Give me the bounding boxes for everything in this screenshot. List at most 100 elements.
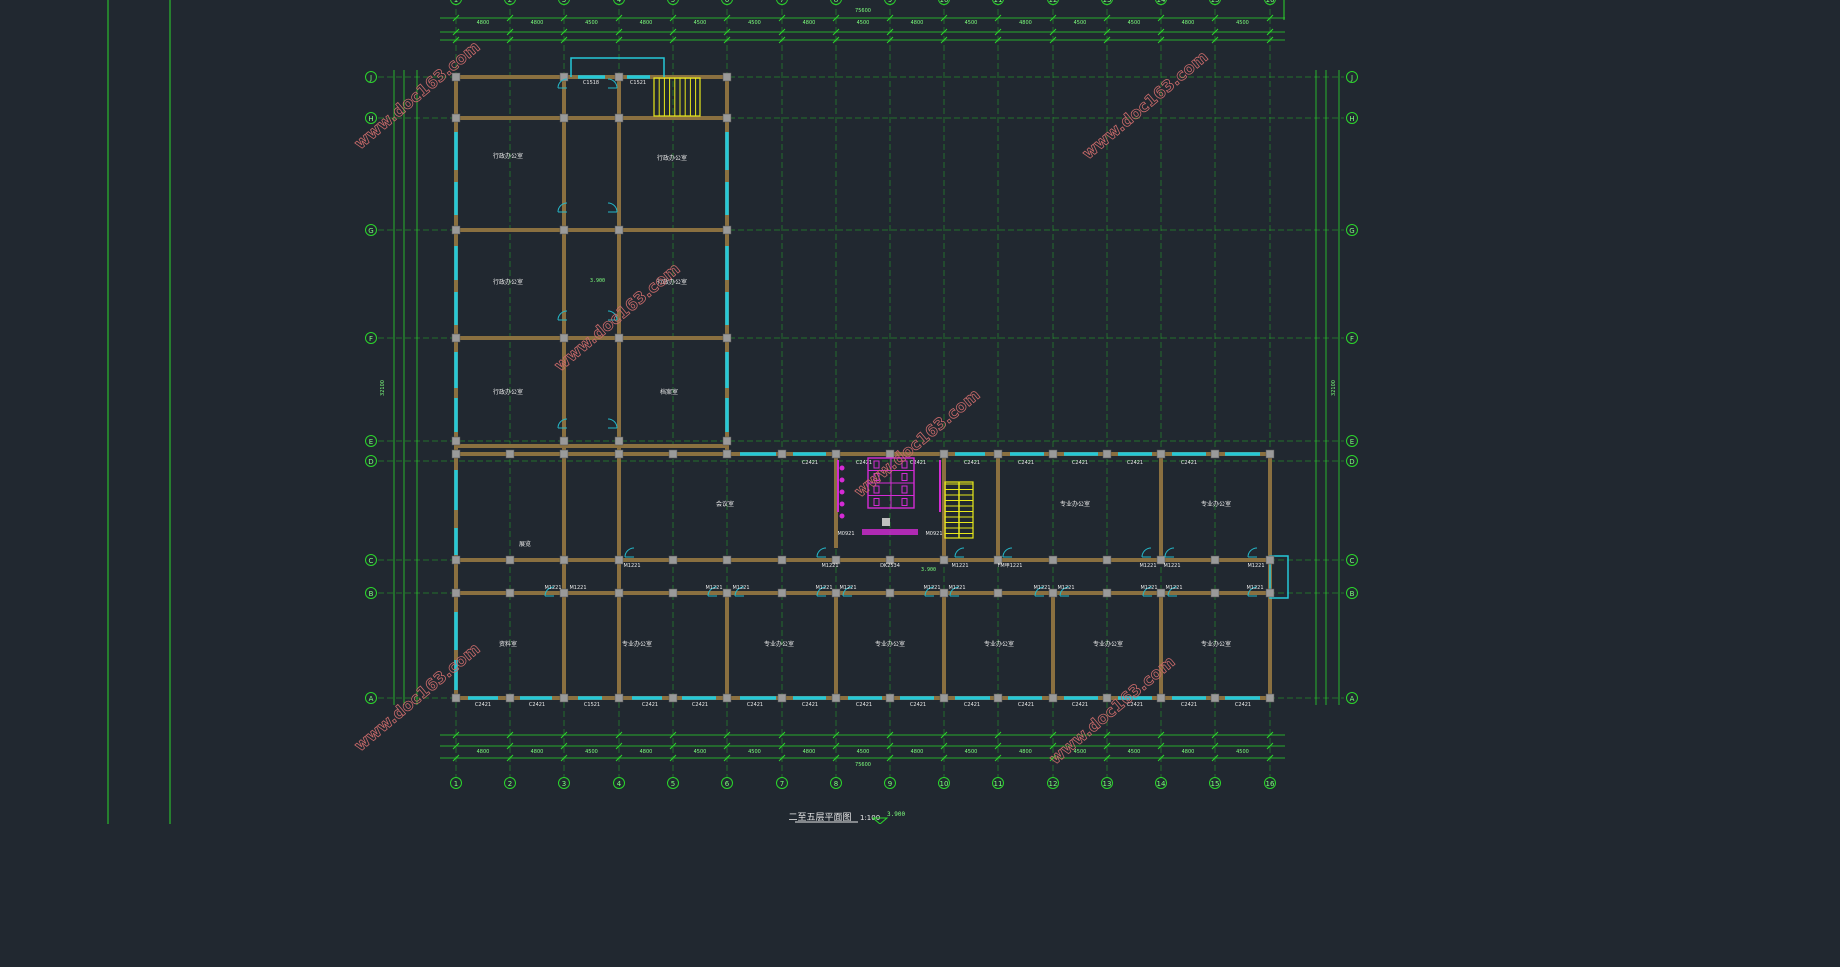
column — [1156, 693, 1166, 703]
dim-bottom-value: 4800 — [1019, 749, 1032, 755]
watermarks: www.doc163.com www.doc163.com www.doc163.c… — [350, 37, 1212, 769]
column — [614, 225, 624, 235]
column — [559, 449, 569, 459]
column — [722, 72, 732, 82]
column — [1265, 555, 1275, 565]
dim-top-value: 4500 — [694, 20, 707, 26]
dim-bottom-value: 4800 — [531, 749, 544, 755]
column — [1265, 449, 1275, 459]
column — [668, 555, 678, 565]
column — [777, 555, 787, 565]
dim-top-value: 4500 — [1074, 20, 1087, 26]
column — [939, 449, 949, 459]
axis-bubble-bottom-11-label: 11 — [994, 780, 1003, 788]
door-label-b: M1221 — [1165, 585, 1182, 591]
stairs — [653, 77, 974, 539]
door-swing — [1002, 547, 1013, 558]
column — [1102, 555, 1112, 565]
window-label-top2: C1521 — [630, 80, 646, 86]
axis-bubble-bottom-14-label: 14 — [1157, 780, 1166, 788]
axis-bubble-bottom-8-label: 8 — [834, 780, 838, 788]
room-label: 专业办公室 — [764, 640, 794, 648]
column — [885, 588, 895, 598]
axis-bubble-right-A-label: A — [1350, 695, 1355, 703]
column — [614, 113, 624, 123]
room-label: 资料室 — [499, 640, 517, 648]
floor-plan-drawing: 4800 4800 4800 4800 4500 4500 4800 4800 4500 4500… — [107, 0, 1358, 824]
column — [559, 113, 569, 123]
axis-bubble-bottom-16-label: 16 — [1266, 780, 1275, 788]
axis-bubble-top-5-label: 5 — [671, 0, 675, 4]
column — [722, 333, 732, 343]
room-label: 专业办公室 — [1093, 640, 1123, 648]
window-label-a: C1521 — [584, 702, 600, 708]
window-label-a: C2421 — [910, 702, 926, 708]
window-label-top: C1518 — [583, 80, 599, 86]
dim-top-value: 4500 — [857, 20, 870, 26]
stair-north-outline — [653, 77, 701, 117]
column — [993, 449, 1003, 459]
door-swing — [607, 202, 618, 213]
column — [505, 555, 515, 565]
column — [831, 449, 841, 459]
column — [614, 333, 624, 343]
column — [1265, 693, 1275, 703]
door-label-b: M1221 — [569, 585, 586, 591]
dim-total-bottom: 75600 — [855, 762, 871, 768]
toilet-door-label-2: M0921 — [925, 531, 942, 537]
column — [668, 693, 678, 703]
column — [722, 588, 732, 598]
door-label-b: M1221 — [1246, 585, 1263, 591]
door-label-b: M1221 — [948, 585, 965, 591]
dim-top-value: 4500 — [1128, 20, 1141, 26]
dim-bottom-value: 4500 — [1236, 749, 1249, 755]
door-label-c: M1221 — [951, 563, 968, 569]
column — [505, 449, 515, 459]
dk-label: DK2534 — [880, 563, 900, 569]
axis-bubble-right-B-label: B — [1350, 590, 1355, 598]
door-label-b: M1221 — [732, 585, 749, 591]
axis-bubble-top-9-label: 9 — [888, 0, 892, 4]
column — [1265, 588, 1275, 598]
room-labels: 行政办公室 行政办公室行政办公室 行政办公室行政办公室 档案室会议室 专业办公室 专业办公… — [493, 152, 1231, 648]
dim-bottom-value: 4800 — [1182, 749, 1195, 755]
column — [614, 588, 624, 598]
window-label-a: C2421 — [747, 702, 763, 708]
door-label-b: M1221 — [1140, 585, 1157, 591]
urinal — [839, 477, 845, 483]
axis-bubble-bottom-2-label: 2 — [508, 780, 512, 788]
window-label-d: C2421 — [1181, 460, 1197, 466]
watermark-text: www.doc163.com — [550, 259, 683, 375]
column — [1156, 449, 1166, 459]
urinal — [839, 513, 845, 519]
window-label-a: C2421 — [1072, 702, 1088, 708]
axis-bubble-bottom-1-label: 1 — [454, 780, 458, 788]
column — [939, 588, 949, 598]
column — [505, 693, 515, 703]
urinal — [839, 465, 845, 471]
window-label-a: C2421 — [475, 702, 491, 708]
window-label-a: C2421 — [642, 702, 658, 708]
window-label-d: C2421 — [802, 460, 818, 466]
axis-bubble-top-16-label: 16 — [1266, 0, 1275, 4]
door-label-c: M1221 — [1247, 563, 1264, 569]
axis-bubble-top-7-label: 7 — [780, 0, 784, 4]
column — [939, 555, 949, 565]
dim-bottom-value: 4800 — [803, 749, 816, 755]
room-label: 专业办公室 — [1201, 500, 1231, 508]
toilet-fixture — [873, 498, 880, 506]
column — [722, 225, 732, 235]
window-label-d: C2421 — [1018, 460, 1034, 466]
dim-top-value: 4800 — [477, 20, 490, 26]
door-label-c: M1221 — [1139, 563, 1156, 569]
room-label: 展览 — [519, 540, 531, 548]
dim-bottom-value: 4800 — [477, 749, 490, 755]
window-label-a: C2421 — [1235, 702, 1251, 708]
dim-top-value: 4800 — [1019, 20, 1032, 26]
axis-bubble-bottom-15-label: 15 — [1211, 780, 1220, 788]
door-label-c: FM甲1221 — [998, 563, 1023, 569]
room-label: 行政办公室 — [493, 388, 523, 396]
axis-bubble-right-J-label: J — [1350, 74, 1353, 82]
dim-bottom-value: 4500 — [748, 749, 761, 755]
column — [668, 588, 678, 598]
